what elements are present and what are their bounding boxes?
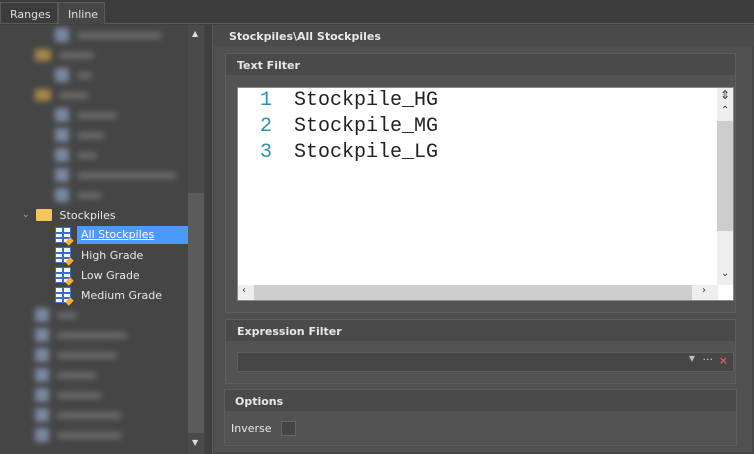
tree-item-label: All Stockpiles — [77, 226, 188, 244]
range-table-icon — [55, 267, 74, 286]
detail-panel: Stockpiles\All Stockpiles Text Filter 1S… — [212, 25, 754, 454]
split-icon[interactable]: ⇕ — [720, 88, 730, 102]
scrollbar-thumb[interactable] — [188, 193, 204, 433]
code-line: Stockpile_LG — [294, 141, 439, 164]
scroll-up-icon[interactable]: ⌃ — [721, 105, 729, 116]
tree-item-label: High Grade — [81, 248, 144, 262]
code-line: Stockpile_MG — [294, 115, 439, 138]
clear-icon[interactable]: × — [719, 354, 728, 367]
options-group: Options Inverse — [224, 389, 737, 446]
blurred-tree-item[interactable] — [55, 165, 177, 185]
line-number: 2 — [259, 115, 272, 138]
expression-filter-heading: Expression Filter — [226, 320, 735, 341]
blurred-tree-item[interactable] — [35, 345, 117, 365]
blurred-tree-item[interactable] — [55, 25, 162, 45]
scroll-left-icon[interactable]: ‹ — [242, 285, 246, 296]
tree-scrollbar[interactable]: ▲ ▼ — [188, 25, 204, 454]
text-filter-heading: Text Filter — [226, 54, 735, 75]
page-title: Stockpiles\All Stockpiles — [214, 25, 754, 46]
options-heading: Options — [225, 390, 736, 411]
tree-item-low-grade[interactable]: Low Grade — [55, 265, 140, 286]
scroll-down-icon[interactable]: ⌄ — [721, 268, 729, 279]
dropdown-icon[interactable]: ▼ — [689, 354, 695, 363]
tree-folder-label: Stockpiles — [59, 208, 116, 222]
text-filter-editor[interactable]: 1 Stockpile_HG 2 Stockpile_MG 3 Stockpile_L… — [237, 87, 734, 301]
range-table-icon — [55, 227, 74, 246]
tree-item-high-grade[interactable]: High Grade — [55, 245, 144, 266]
blurred-tree-item[interactable] — [35, 85, 89, 105]
tab-inline[interactable]: Inline — [58, 2, 105, 24]
blurred-tree-item[interactable] — [35, 425, 122, 445]
blurred-tree-item[interactable] — [35, 45, 94, 65]
blurred-tree-item[interactable] — [55, 185, 102, 205]
scrollbar-thumb[interactable] — [254, 285, 692, 300]
blurred-tree-item[interactable] — [55, 125, 105, 145]
scroll-right-icon[interactable]: › — [702, 285, 706, 296]
ellipsis-icon[interactable]: ··· — [703, 353, 714, 366]
blurred-tree-item[interactable] — [55, 65, 92, 85]
blurred-tree-item[interactable] — [35, 305, 77, 325]
inverse-label: Inverse — [231, 422, 272, 435]
tree-item-label: Medium Grade — [81, 288, 163, 302]
editor-horizontal-scrollbar[interactable]: ‹ › — [238, 285, 718, 300]
blurred-tree-item[interactable] — [35, 405, 122, 425]
range-table-icon — [55, 247, 74, 266]
blurred-tree-item[interactable] — [35, 385, 102, 405]
tab-ranges[interactable]: Ranges — [0, 2, 58, 24]
tree-folder-stockpiles[interactable]: ⌄ Stockpiles — [22, 205, 116, 225]
folder-icon — [35, 209, 52, 221]
blurred-tree-item[interactable] — [35, 325, 127, 345]
tree-item-all-stockpiles[interactable]: All Stockpiles — [55, 225, 188, 246]
scroll-up-icon[interactable]: ▲ — [192, 29, 198, 38]
range-table-icon — [55, 287, 74, 306]
line-number: 3 — [259, 141, 272, 164]
scrollbar-thumb[interactable] — [717, 121, 733, 231]
editor-vertical-scrollbar[interactable]: ⇕ ⌃ ⌄ — [717, 88, 733, 285]
line-number: 1 — [259, 89, 272, 112]
scroll-down-icon[interactable]: ▼ — [192, 438, 198, 447]
blurred-tree-item[interactable] — [35, 365, 97, 385]
tree-item-label: Low Grade — [81, 268, 140, 282]
code-line: Stockpile_HG — [294, 89, 439, 112]
tab-bar: Ranges Inline — [0, 0, 754, 24]
blurred-tree-item[interactable] — [55, 105, 117, 125]
blurred-tree-item[interactable] — [55, 145, 97, 165]
tree-view: ⌄ Stockpiles All Stockpiles High Grade L… — [0, 25, 205, 454]
chevron-down-icon[interactable]: ⌄ — [22, 210, 30, 220]
expression-filter-group: Expression Filter ▼ ··· × — [225, 319, 736, 384]
expression-input[interactable]: ▼ ··· × — [237, 352, 734, 372]
tree-item-medium-grade[interactable]: Medium Grade — [55, 285, 163, 306]
text-filter-group: Text Filter 1 Stockpile_HG 2 Stockpile_MG … — [225, 53, 736, 313]
inverse-checkbox[interactable] — [281, 421, 296, 436]
